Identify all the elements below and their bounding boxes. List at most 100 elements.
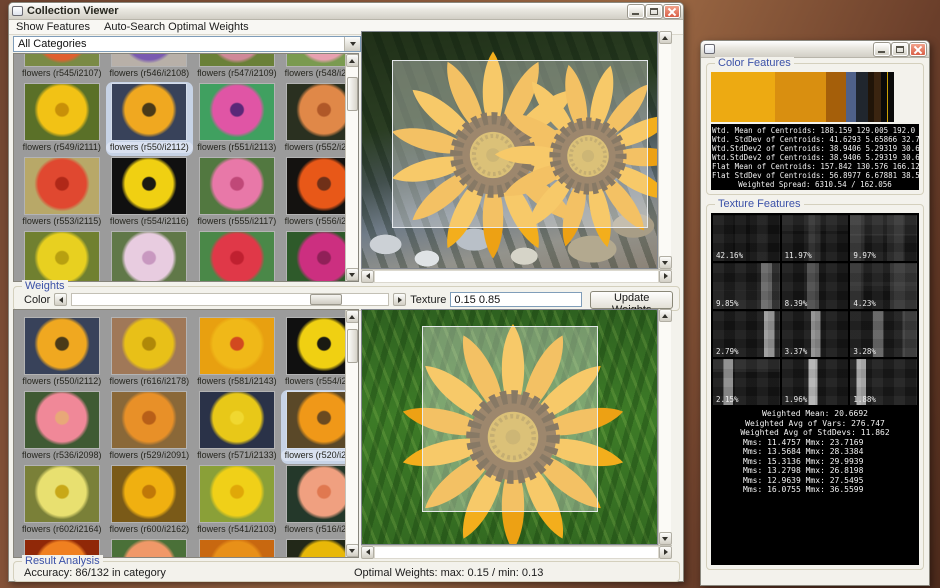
scrollbar-track[interactable] [374, 546, 659, 559]
thumbnail-cell[interactable]: flowers (r529/i2091) [106, 390, 194, 464]
flower-thumbnail[interactable] [112, 466, 186, 522]
flower-thumbnail[interactable] [112, 318, 186, 374]
scroll-down-button[interactable] [659, 256, 672, 269]
flower-thumbnail[interactable] [287, 318, 345, 374]
top-preview-image[interactable] [361, 31, 658, 269]
scroll-up-button[interactable] [659, 31, 672, 44]
flower-thumbnail[interactable] [287, 466, 345, 522]
menu-auto-search[interactable]: Auto-Search Optimal Weights [97, 20, 256, 34]
bottom-preview-hscrollbar[interactable] [361, 545, 672, 558]
bottom-preview-vscrollbar[interactable] [658, 309, 671, 545]
scroll-right-button[interactable] [659, 546, 672, 559]
slider-thumb[interactable] [310, 294, 342, 305]
texture-weight-input[interactable] [450, 292, 582, 307]
thumbnail-cell[interactable]: flowers (r602/i2164) [18, 464, 106, 538]
minimize-button[interactable] [628, 5, 644, 18]
bottom-preview-image[interactable] [361, 309, 658, 545]
thumbnail-cell[interactable]: flowers (r541/i2103) [193, 464, 281, 538]
dropdown-button[interactable] [344, 37, 360, 51]
flower-thumbnail[interactable] [25, 54, 99, 66]
thumbnail-cell[interactable]: flowers (r600/i2162) [106, 464, 194, 538]
scroll-up-button[interactable] [346, 54, 359, 67]
scrollbar-track[interactable] [374, 270, 659, 283]
thumbnail-cell[interactable]: flowers (r571/i2133) [193, 390, 281, 464]
maximize-button[interactable] [646, 5, 662, 18]
thumbnail-cell[interactable]: flowers (r554/i2116) [106, 156, 194, 230]
selection-rectangle[interactable] [392, 60, 648, 228]
slider-left-button[interactable] [54, 293, 67, 306]
flower-thumbnail[interactable] [287, 158, 345, 214]
flower-thumbnail[interactable] [287, 232, 345, 281]
flower-thumbnail[interactable] [112, 158, 186, 214]
flower-thumbnail[interactable] [200, 158, 274, 214]
flower-thumbnail[interactable] [25, 318, 99, 374]
thumbnail-cell[interactable]: flowers (r553/i2115) [18, 156, 106, 230]
flower-thumbnail[interactable] [287, 84, 345, 140]
slider-right-button[interactable] [393, 293, 406, 306]
scroll-down-button[interactable] [346, 544, 359, 557]
thumbnail-cell[interactable]: flowers (r549/i2111) [18, 82, 106, 156]
thumbnail-cell[interactable] [106, 538, 194, 557]
close-button[interactable] [664, 5, 680, 18]
thumbnail-cell[interactable]: flowers (r546/i2108) [106, 54, 194, 82]
scroll-left-button[interactable] [361, 270, 374, 283]
scroll-right-button[interactable] [659, 270, 672, 283]
title-bar[interactable] [701, 41, 929, 58]
flower-thumbnail[interactable] [287, 392, 345, 448]
thumbnail-cell[interactable]: flowers (r552/i2114) [281, 82, 345, 156]
flower-thumbnail[interactable] [25, 158, 99, 214]
flower-thumbnail[interactable] [200, 540, 274, 557]
flower-thumbnail[interactable] [287, 540, 345, 557]
flower-thumbnail[interactable] [112, 232, 186, 281]
scroll-up-button[interactable] [659, 309, 672, 322]
scrollbar-track[interactable] [659, 322, 672, 532]
top-grid-scrollbar[interactable] [345, 54, 358, 281]
thumbnail-cell[interactable]: flowers (r548/i2110) [281, 54, 345, 82]
thumbnail-cell[interactable]: flowers (r547/i2109) [193, 54, 281, 82]
flower-thumbnail[interactable] [25, 466, 99, 522]
flower-thumbnail[interactable] [25, 392, 99, 448]
thumbnail-cell[interactable]: flowers (r555/i2117) [193, 156, 281, 230]
thumbnail-cell[interactable] [281, 230, 345, 281]
flower-thumbnail[interactable] [112, 392, 186, 448]
flower-thumbnail[interactable] [200, 392, 274, 448]
scroll-up-button[interactable] [346, 310, 359, 323]
flower-thumbnail[interactable] [200, 232, 274, 281]
flower-thumbnail[interactable] [112, 54, 186, 66]
flower-thumbnail[interactable] [200, 54, 274, 66]
minimize-button[interactable] [874, 43, 890, 56]
scrollbar-thumb[interactable] [347, 329, 358, 363]
thumbnail-cell[interactable] [193, 230, 281, 281]
top-preview-vscrollbar[interactable] [658, 31, 671, 269]
thumbnail-cell[interactable]: flowers (r551/i2113) [193, 82, 281, 156]
bottom-grid-scrollbar[interactable] [345, 310, 358, 557]
flower-thumbnail[interactable] [200, 318, 274, 374]
flower-thumbnail[interactable] [25, 84, 99, 140]
flower-thumbnail[interactable] [112, 84, 186, 140]
flower-thumbnail[interactable] [287, 54, 345, 66]
flower-thumbnail[interactable] [112, 540, 186, 557]
thumbnail-cell[interactable] [193, 538, 281, 557]
flower-thumbnail[interactable] [25, 232, 99, 281]
flower-thumbnail[interactable] [200, 466, 274, 522]
thumbnail-cell-selected[interactable]: flowers (r550/i2112) [106, 82, 194, 156]
menu-show-features[interactable]: Show Features [9, 20, 97, 34]
thumbnail-cell[interactable]: flowers (r616/i2178) [106, 316, 194, 390]
thumbnail-cell[interactable]: flowers (r536/i2098) [18, 390, 106, 464]
scrollbar-track[interactable] [659, 44, 672, 256]
color-weight-slider[interactable] [71, 293, 389, 306]
maximize-button[interactable] [892, 43, 908, 56]
flower-thumbnail[interactable] [200, 84, 274, 140]
thumbnail-cell[interactable] [281, 538, 345, 557]
scroll-left-button[interactable] [361, 546, 374, 559]
scroll-down-button[interactable] [659, 532, 672, 545]
thumbnail-cell[interactable] [18, 230, 106, 281]
thumbnail-cell[interactable]: flowers (r516/i2077) [281, 464, 345, 538]
scroll-down-button[interactable] [346, 268, 359, 281]
thumbnail-cell[interactable]: flowers (r545/i2107) [18, 54, 106, 82]
scrollbar-track[interactable] [346, 67, 359, 268]
thumbnail-cell[interactable]: flowers (r550/i2112) [18, 316, 106, 390]
top-preview-hscrollbar[interactable] [361, 269, 672, 282]
update-weights-button[interactable]: Update Weights [590, 291, 673, 309]
scrollbar-track[interactable] [346, 323, 359, 544]
